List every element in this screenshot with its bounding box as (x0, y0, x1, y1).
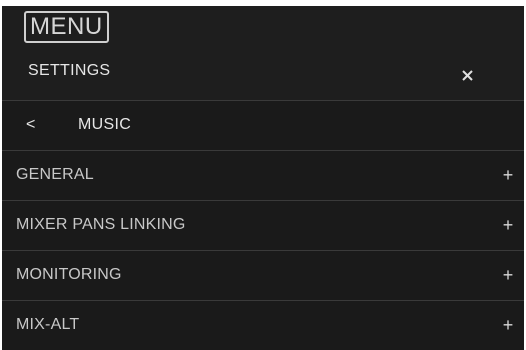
section-label: MIX-ALT (16, 316, 80, 333)
settings-panel: MENU SETTINGS < MUSIC GENERAL + MIXER PA… (2, 6, 524, 350)
section-label: GENERAL (16, 166, 94, 183)
section-label: MONITORING (16, 266, 122, 283)
section-mix-alt[interactable]: MIX-ALT + (2, 301, 524, 350)
plus-icon[interactable]: + (498, 265, 518, 285)
section-monitoring[interactable]: MONITORING + (2, 251, 524, 300)
section-general[interactable]: GENERAL + (2, 151, 524, 200)
menu-button[interactable]: MENU (24, 11, 109, 43)
breadcrumb: < MUSIC (2, 101, 524, 150)
section-label: MIXER PANS LINKING (16, 216, 186, 233)
back-chevron-icon[interactable]: < (26, 115, 44, 135)
settings-title: SETTINGS (28, 62, 111, 79)
close-icon[interactable] (457, 64, 479, 86)
plus-icon[interactable]: + (498, 215, 518, 235)
plus-icon[interactable]: + (498, 315, 518, 335)
section-mixer-pans-linking[interactable]: MIXER PANS LINKING + (2, 201, 524, 250)
plus-icon[interactable]: + (498, 165, 518, 185)
breadcrumb-label: MUSIC (78, 116, 132, 133)
